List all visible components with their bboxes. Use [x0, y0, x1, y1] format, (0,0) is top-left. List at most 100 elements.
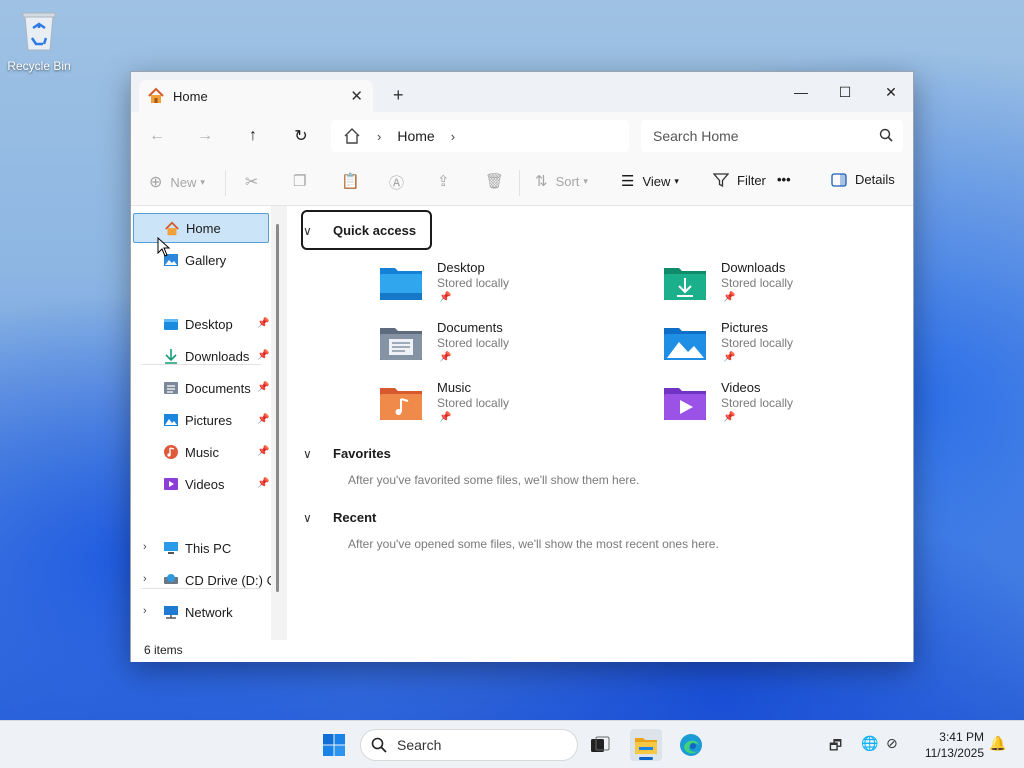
- command-bar: ⊕ New ▾ ✂ ❐ 📋 Ⓐ ⇪ 🗑 ⇅ Sort ▾ ☰ View ▾ Fi…: [131, 160, 913, 206]
- taskbar-widget-icon[interactable]: 🗗: [829, 735, 842, 759]
- divider: [225, 170, 226, 196]
- back-button[interactable]: ←: [145, 124, 169, 148]
- favorites-header[interactable]: ∨ Favorites: [303, 446, 391, 461]
- mouse-cursor-icon: [157, 237, 171, 257]
- delete-button[interactable]: 🗑: [485, 172, 504, 190]
- sidebar-item-videos[interactable]: Videos 📌: [133, 469, 269, 499]
- downloads-icon: [664, 268, 706, 300]
- chevron-right-icon[interactable]: ›: [143, 605, 147, 617]
- sidebar-item-music[interactable]: Music 📌: [133, 437, 269, 467]
- task-view-icon: [591, 736, 610, 752]
- pin-icon: 📌: [257, 318, 270, 329]
- taskbar-edge[interactable]: [675, 729, 707, 761]
- sidebar-item-this-pc[interactable]: › This PC: [133, 533, 269, 563]
- copy-icon: ❐: [293, 173, 307, 190]
- sidebar-item-network[interactable]: › Network: [133, 597, 269, 627]
- content-pane: ∨ Quick access Desktop Stored locally 📌 …: [287, 206, 913, 640]
- up-arrow-icon: ↑: [249, 127, 257, 144]
- quick-access-item-music[interactable]: Music Stored locally 📌: [379, 380, 619, 438]
- windows-start-icon[interactable]: [322, 733, 346, 757]
- details-button[interactable]: Details: [831, 172, 895, 187]
- rename-button[interactable]: Ⓐ: [389, 172, 404, 193]
- up-button[interactable]: ↑: [241, 124, 265, 148]
- share-button[interactable]: ⇪: [437, 172, 450, 190]
- search-icon: [371, 737, 387, 753]
- breadcrumb-separator[interactable]: ›: [451, 129, 455, 144]
- see-more-button[interactable]: •••: [777, 172, 791, 187]
- edge-browser-icon: [680, 734, 702, 756]
- chevron-down-icon: ▾: [200, 176, 205, 187]
- sort-icon: ⇅: [535, 173, 548, 190]
- close-tab-icon[interactable]: ✕: [350, 87, 363, 105]
- new-tab-button[interactable]: +: [393, 85, 404, 106]
- search-icon: [879, 128, 893, 142]
- sidebar-item-pictures[interactable]: Pictures 📌: [133, 405, 269, 435]
- scissors-icon: ✂: [245, 174, 259, 191]
- new-button[interactable]: ⊕ New ▾: [149, 172, 205, 192]
- taskbar-file-explorer[interactable]: [630, 729, 662, 761]
- cut-button[interactable]: ✂: [245, 172, 258, 192]
- title-bar: Home ✕ + — ☐ ✕: [131, 72, 913, 112]
- pin-icon: 📌: [257, 414, 270, 425]
- task-view-button[interactable]: [584, 729, 616, 761]
- quick-access-item-videos[interactable]: Videos Stored locally 📌: [663, 380, 903, 438]
- close-window-button[interactable]: ✕: [869, 78, 913, 106]
- pin-icon: 📌: [257, 382, 270, 393]
- language-globe-icon[interactable]: 🌐: [861, 735, 878, 752]
- quick-access-item-downloads[interactable]: Downloads Stored locally 📌: [663, 260, 903, 318]
- this-pc-icon: [164, 542, 178, 554]
- quick-access-item-documents[interactable]: Documents Stored locally 📌: [379, 320, 619, 378]
- recycle-bin-icon: [22, 12, 56, 51]
- chevron-right-icon[interactable]: ›: [143, 573, 147, 585]
- tab-home[interactable]: Home ✕: [139, 80, 373, 112]
- videos-icon: [664, 388, 706, 420]
- file-explorer-window: Home ✕ + — ☐ ✕ ← → ↑ ↻ › Home › Search H…: [130, 71, 914, 662]
- sidebar-item-home[interactable]: Home: [133, 213, 269, 243]
- breadcrumb-home[interactable]: Home: [397, 128, 434, 144]
- system-clock[interactable]: 3:41 PM 11/13/2025: [914, 729, 984, 761]
- pane-splitter[interactable]: [271, 206, 287, 640]
- home-icon: [165, 221, 179, 236]
- filter-button[interactable]: Filter: [713, 172, 766, 188]
- view-button[interactable]: ☰ View ▾: [621, 172, 679, 190]
- desktop-icon-label: Recycle Bin: [7, 59, 71, 73]
- minimize-button[interactable]: —: [779, 78, 823, 106]
- forward-button[interactable]: →: [193, 124, 217, 148]
- quick-access-header[interactable]: ∨ Quick access: [303, 223, 416, 238]
- search-placeholder: Search Home: [653, 128, 739, 144]
- refresh-button[interactable]: ↻: [289, 124, 313, 148]
- pin-icon: 📌: [439, 412, 452, 423]
- trash-icon: 🗑: [485, 173, 505, 190]
- sort-button[interactable]: ⇅ Sort ▾: [535, 172, 588, 190]
- desktop-folder-icon: [164, 319, 178, 330]
- chevron-right-icon[interactable]: ›: [143, 541, 147, 553]
- notification-bell-icon[interactable]: 🔔: [989, 735, 1006, 752]
- paste-button[interactable]: 📋: [341, 172, 360, 190]
- refresh-icon: ↻: [294, 128, 308, 145]
- home-icon: [344, 128, 360, 144]
- maximize-button[interactable]: ☐: [823, 78, 867, 106]
- sidebar-item-desktop[interactable]: Desktop 📌: [133, 309, 269, 339]
- paste-icon: 📋: [341, 173, 360, 190]
- filter-icon: [713, 173, 729, 188]
- sidebar-item-cd-drive[interactable]: › CD Drive (D:) CC: [133, 565, 285, 595]
- sidebar-scrollbar[interactable]: [276, 224, 279, 592]
- address-bar[interactable]: › Home ›: [331, 120, 629, 152]
- copy-button[interactable]: ❐: [293, 172, 306, 190]
- pin-icon: 📌: [257, 350, 270, 361]
- quick-access-item-desktop[interactable]: Desktop Stored locally 📌: [379, 260, 619, 318]
- sidebar-item-gallery[interactable]: Gallery: [133, 245, 269, 275]
- sidebar-item-downloads[interactable]: Downloads 📌: [133, 341, 269, 371]
- pictures-icon: [664, 328, 706, 360]
- desktop-folder-icon: [380, 268, 422, 300]
- taskbar-search-box[interactable]: Search: [360, 729, 578, 761]
- navigation-pane[interactable]: Home Gallery Desktop 📌 Downloads 📌 Docum…: [131, 206, 287, 640]
- network-icon: [164, 606, 178, 619]
- network-status-icon[interactable]: ⊘: [886, 735, 898, 752]
- sidebar-item-documents[interactable]: Documents 📌: [133, 373, 269, 403]
- recent-header[interactable]: ∨ Recent: [303, 510, 376, 525]
- quick-access-item-pictures[interactable]: Pictures Stored locally 📌: [663, 320, 903, 378]
- search-input[interactable]: Search Home: [641, 120, 903, 152]
- status-bar: 6 items: [131, 640, 913, 662]
- desktop-icon-recycle-bin[interactable]: Recycle Bin: [6, 8, 72, 73]
